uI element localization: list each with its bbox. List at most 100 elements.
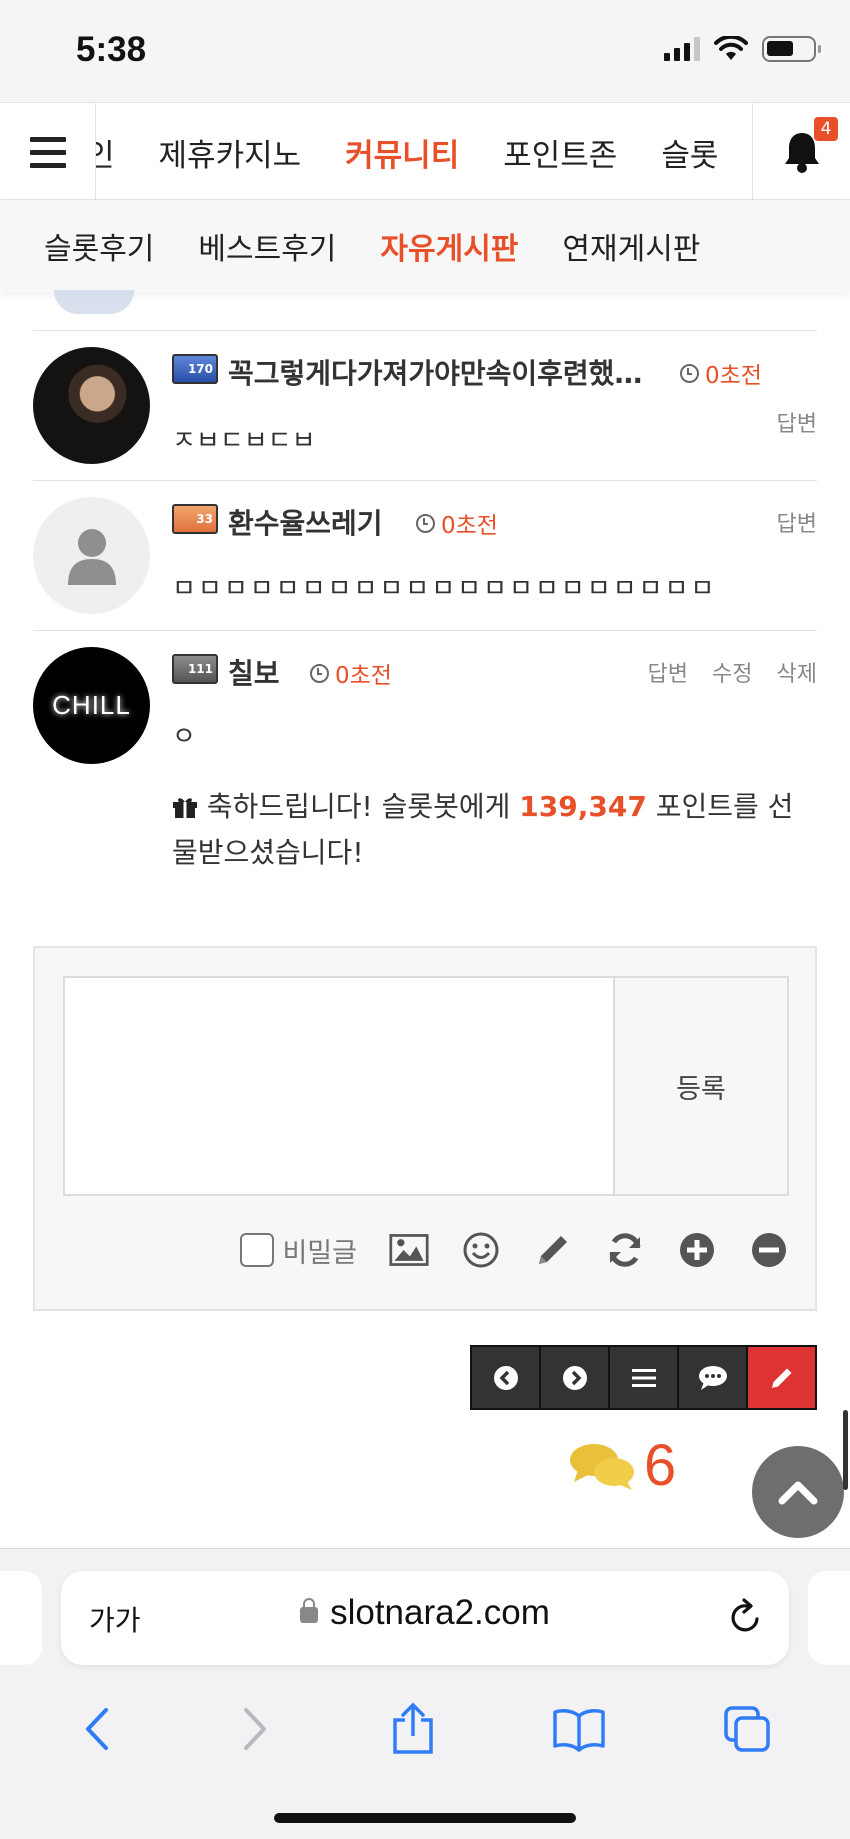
safari-chrome: 가가 slotnara2.com <box>0 1548 850 1839</box>
comment-item: 33 환수율쓰레기 0초전 답변 ㅁㅁㅁㅁㅁㅁㅁㅁㅁㅁㅁㅁㅁㅁㅁㅁㅁㅁㅁㅁㅁ <box>0 480 850 630</box>
prev-button[interactable] <box>472 1347 541 1408</box>
comment-author[interactable]: 꼭그렇게다가져가야만속이후련했… <box>228 352 658 392</box>
url-display[interactable]: slotnara2.com <box>61 1593 789 1633</box>
image-icon[interactable] <box>389 1230 429 1270</box>
scrollbar[interactable] <box>843 1410 848 1490</box>
prev-icon <box>493 1365 518 1390</box>
wifi-icon <box>714 36 748 60</box>
gift-icon <box>173 798 197 818</box>
bookmarks-icon[interactable] <box>552 1706 606 1752</box>
smile-icon[interactable] <box>461 1230 501 1270</box>
reload-icon[interactable] <box>727 1597 765 1637</box>
write-icon <box>771 1368 791 1388</box>
comment-time-text: 0초전 <box>441 513 498 539</box>
status-icons <box>664 36 821 62</box>
home-indicator <box>274 1813 576 1823</box>
comment-actions: 답변 <box>777 406 817 438</box>
comment-item: 170 꼭그렇게다가져가야만속이후련했… 0초전 답변 ㅈㅂㄷㅂㄷㅂ <box>0 330 850 480</box>
refresh-icon[interactable] <box>605 1230 645 1270</box>
nav-item-partial[interactable]: 인 <box>96 130 115 175</box>
reply-link[interactable]: 답변 <box>648 656 688 688</box>
comment-author[interactable]: 칠보 <box>228 652 280 692</box>
secret-checkbox[interactable] <box>240 1233 275 1267</box>
main-nav-scroll[interactable]: 인 제휴카지노 커뮤니티 포인트존 슬롯 <box>96 103 752 201</box>
submit-button[interactable]: 등록 <box>615 976 789 1196</box>
pencil-icon[interactable] <box>533 1230 573 1270</box>
main-nav-track: 인 제휴카지노 커뮤니티 포인트존 슬롯 <box>96 103 718 201</box>
level-badge-icon: 170 <box>172 354 218 384</box>
comment-author[interactable]: 환수율쓰레기 <box>228 502 383 542</box>
sub-nav: 슬롯후기 베스트후기 자유게시판 연재게시판 <box>0 200 850 292</box>
next-tab-preview[interactable] <box>808 1571 850 1665</box>
cellular-signal-icon <box>664 37 700 61</box>
avatar[interactable] <box>33 497 150 614</box>
lock-icon <box>300 1597 319 1623</box>
comment-time-text: 0초전 <box>335 663 392 689</box>
delete-link[interactable]: 삭제 <box>777 656 817 688</box>
scroll-top-button[interactable] <box>752 1446 844 1538</box>
comment-form: 등록 비밀글 <box>33 946 817 1311</box>
minus-circle-icon[interactable] <box>749 1230 789 1270</box>
nav-item-partner-casino[interactable]: 제휴카지노 <box>159 130 302 175</box>
notification-button[interactable]: 4 <box>752 103 850 201</box>
comment-button[interactable] <box>679 1347 748 1408</box>
tabs-icon[interactable] <box>722 1704 772 1754</box>
address-bar[interactable]: 가가 slotnara2.com <box>61 1571 789 1665</box>
comment-count: 6 <box>568 1432 676 1499</box>
nav-item-slot[interactable]: 슬롯 <box>661 130 718 175</box>
subnav-item-serial-board[interactable]: 연재게시판 <box>562 224 700 268</box>
comment-icon <box>698 1365 727 1390</box>
clock-icon <box>310 663 329 683</box>
clock-icon <box>416 513 435 533</box>
gift-notice: 축하드립니다! 슬롯봇에게 139,347 포인트를 선물받으셨습니다! <box>172 784 812 876</box>
avatar[interactable]: CHILL <box>33 647 150 764</box>
avatar-partial <box>54 290 134 314</box>
next-button[interactable] <box>541 1347 610 1408</box>
level-badge-icon: 111 <box>172 654 218 684</box>
edit-link[interactable]: 수정 <box>712 656 752 688</box>
safari-toolbar <box>0 1689 850 1769</box>
comment-actions: 답변 <box>777 506 817 538</box>
gift-text-prefix: 축하드립니다! 슬롯봇에게 <box>206 790 520 823</box>
subnav-item-free-board[interactable]: 자유게시판 <box>380 224 518 268</box>
main-nav: 인 제휴카지노 커뮤니티 포인트존 슬롯 4 <box>0 102 850 201</box>
hamburger-menu-icon[interactable] <box>0 103 96 201</box>
comment-body: ㅈㅂㄷㅂㄷㅂ <box>172 426 316 456</box>
battery-icon <box>762 36 821 62</box>
level-badge-icon: 33 <box>172 504 218 534</box>
status-bar: 5:38 <box>0 0 850 102</box>
default-user-icon <box>67 528 116 585</box>
secret-toggle[interactable]: 비밀글 <box>240 1231 357 1270</box>
url-text: slotnara2.com <box>330 1593 550 1632</box>
floating-action-bar <box>470 1345 817 1410</box>
clock-icon <box>680 363 699 383</box>
comment-body: ㅇ <box>172 722 196 752</box>
reply-link[interactable]: 답변 <box>777 506 817 538</box>
subnav-item-best-review[interactable]: 베스트후기 <box>198 224 336 268</box>
plus-circle-icon[interactable] <box>677 1230 717 1270</box>
avatar[interactable] <box>33 347 150 464</box>
previous-tab-preview[interactable] <box>0 1571 42 1665</box>
list-icon <box>631 1368 656 1387</box>
comment-actions: 답변 수정 삭제 <box>648 656 817 688</box>
comment-body: ㅁㅁㅁㅁㅁㅁㅁㅁㅁㅁㅁㅁㅁㅁㅁㅁㅁㅁㅁㅁㅁ <box>172 574 717 604</box>
next-icon <box>562 1365 587 1390</box>
comment-time-text: 0초전 <box>705 363 762 389</box>
nav-item-community[interactable]: 커뮤니티 <box>345 130 459 175</box>
comment-time: 0초전 <box>416 506 498 540</box>
gift-points: 139,347 <box>519 790 647 823</box>
subnav-item-slot-review[interactable]: 슬롯후기 <box>44 224 154 268</box>
share-icon[interactable] <box>390 1702 436 1756</box>
write-button[interactable] <box>748 1347 815 1408</box>
comments-icon <box>570 1443 634 1490</box>
forward-icon[interactable] <box>234 1706 274 1752</box>
notification-badge: 4 <box>814 117 838 141</box>
comment-time: 0초전 <box>680 356 762 390</box>
comment-count-value: 6 <box>644 1433 677 1498</box>
back-icon[interactable] <box>78 1706 118 1752</box>
chevron-up-icon <box>778 1481 818 1505</box>
comment-textarea[interactable] <box>63 976 615 1196</box>
list-button[interactable] <box>610 1347 679 1408</box>
nav-item-point-zone[interactable]: 포인트존 <box>503 130 617 175</box>
reply-link[interactable]: 답변 <box>777 406 817 438</box>
